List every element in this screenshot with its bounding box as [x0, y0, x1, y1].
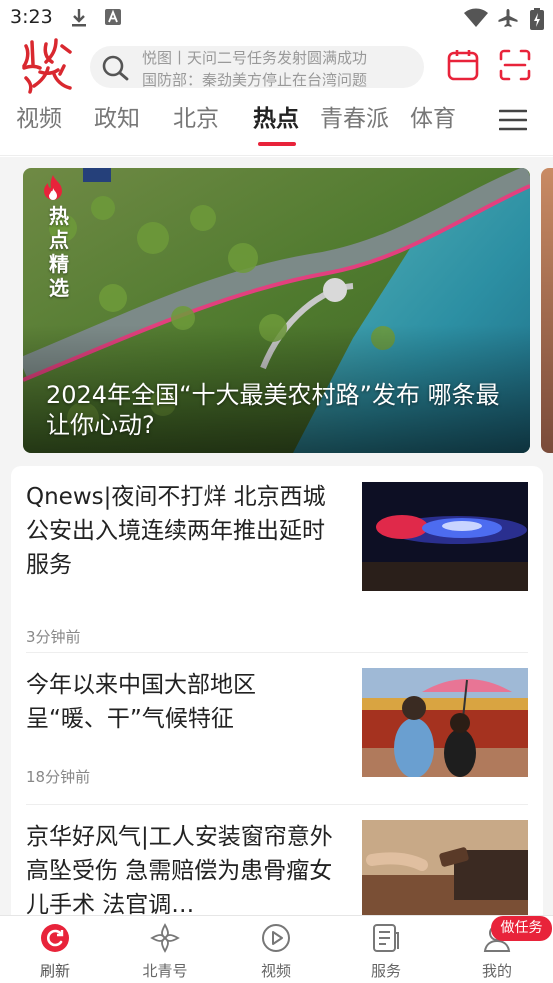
- divider: [26, 804, 528, 805]
- search-hint-line-1: 悦图丨天问二号任务发射圆满成功: [142, 49, 368, 67]
- news-thumbnail[interactable]: [362, 668, 528, 777]
- news-time: 18分钟前: [26, 768, 91, 786]
- news-list: Qnews|夜间不打烊 北京西城公安出入境连续两年推出延时服务 3分钟前 今年以…: [11, 466, 543, 926]
- nav-beiqinghao[interactable]: 北青号: [110, 916, 220, 983]
- news-item[interactable]: 京华好风气|工人安装窗帘意外高坠受伤 急需赔偿为患骨瘤女儿手术 法官调…: [26, 820, 528, 920]
- hero-title[interactable]: 2024年全国“十大最美农村路”发布 哪条最让你心动?: [46, 380, 516, 440]
- calendar-icon[interactable]: [446, 48, 480, 86]
- tab-hot[interactable]: 热点: [253, 104, 299, 134]
- task-badge[interactable]: 做任务: [491, 916, 552, 941]
- news-time: 3分钟前: [26, 628, 81, 646]
- play-icon: [261, 923, 291, 953]
- hero-banner[interactable]: 热点精选 2024年全国“十大最美农村路”发布 哪条最让你心动?: [23, 168, 530, 453]
- news-item[interactable]: 今年以来中国大部地区呈“暖、干”气候特征 18分钟前: [26, 668, 528, 788]
- channel-tabs: 视频 政知 北京 热点 青春派 体育: [0, 98, 553, 156]
- app-logo[interactable]: [18, 38, 76, 94]
- status-bar: 3:23: [0, 0, 553, 36]
- flower-icon: [150, 923, 180, 953]
- search-hint-line-2: 国防部：秦劲美方停止在台湾问题: [142, 71, 368, 88]
- nav-service[interactable]: 服务: [331, 916, 441, 983]
- battery-charging-icon: [530, 8, 544, 34]
- news-title[interactable]: 京华好风气|工人安装窗帘意外高坠受伤 急需赔偿为患骨瘤女儿手术 法官调…: [26, 820, 334, 922]
- news-thumbnail[interactable]: [362, 820, 528, 916]
- wifi-icon: [464, 8, 488, 32]
- download-icon: [70, 8, 88, 32]
- font-a-icon: [104, 8, 122, 30]
- tab-zhengzhi[interactable]: 政知: [94, 104, 140, 134]
- tab-youth[interactable]: 青春派: [320, 104, 389, 134]
- nav-video[interactable]: 视频: [221, 916, 331, 983]
- search-icon: [102, 55, 130, 85]
- hot-picks-label: 热点精选: [49, 204, 69, 300]
- scan-icon[interactable]: [498, 48, 532, 86]
- nav-label: 刷新: [39, 962, 70, 980]
- news-title[interactable]: Qnews|夜间不打烊 北京西城公安出入境连续两年推出延时服务: [26, 480, 334, 582]
- nav-label: 视频: [260, 962, 291, 980]
- nav-refresh[interactable]: 刷新: [0, 916, 110, 983]
- nav-label: 北青号: [142, 962, 188, 980]
- tab-beijing[interactable]: 北京: [173, 104, 219, 134]
- menu-icon[interactable]: [498, 108, 528, 136]
- app-header: 悦图丨天问二号任务发射圆满成功 国防部：秦劲美方停止在台湾问题: [0, 36, 553, 98]
- bottom-nav: 刷新 北青号 视频 服务 我的: [0, 915, 553, 983]
- status-time: 3:23: [10, 6, 53, 28]
- news-title[interactable]: 今年以来中国大部地区呈“暖、干”气候特征: [26, 668, 334, 736]
- tab-video[interactable]: 视频: [16, 104, 62, 134]
- news-item[interactable]: Qnews|夜间不打烊 北京西城公安出入境连续两年推出延时服务 3分钟前: [26, 480, 528, 646]
- news-thumbnail[interactable]: [362, 482, 528, 591]
- hot-picks-badge: 热点精选: [41, 174, 77, 300]
- refresh-icon: [40, 923, 70, 953]
- search-bar[interactable]: 悦图丨天问二号任务发射圆满成功 国防部：秦劲美方停止在台湾问题: [90, 46, 424, 88]
- active-tab-indicator: [258, 142, 296, 146]
- airplane-icon: [497, 8, 519, 32]
- divider: [26, 652, 528, 653]
- nav-label: 我的: [481, 962, 512, 980]
- next-banner-peek[interactable]: [541, 168, 553, 453]
- service-icon: [371, 923, 401, 953]
- tab-sports[interactable]: 体育: [410, 104, 456, 134]
- flame-icon: [44, 175, 62, 200]
- nav-label: 服务: [370, 962, 401, 980]
